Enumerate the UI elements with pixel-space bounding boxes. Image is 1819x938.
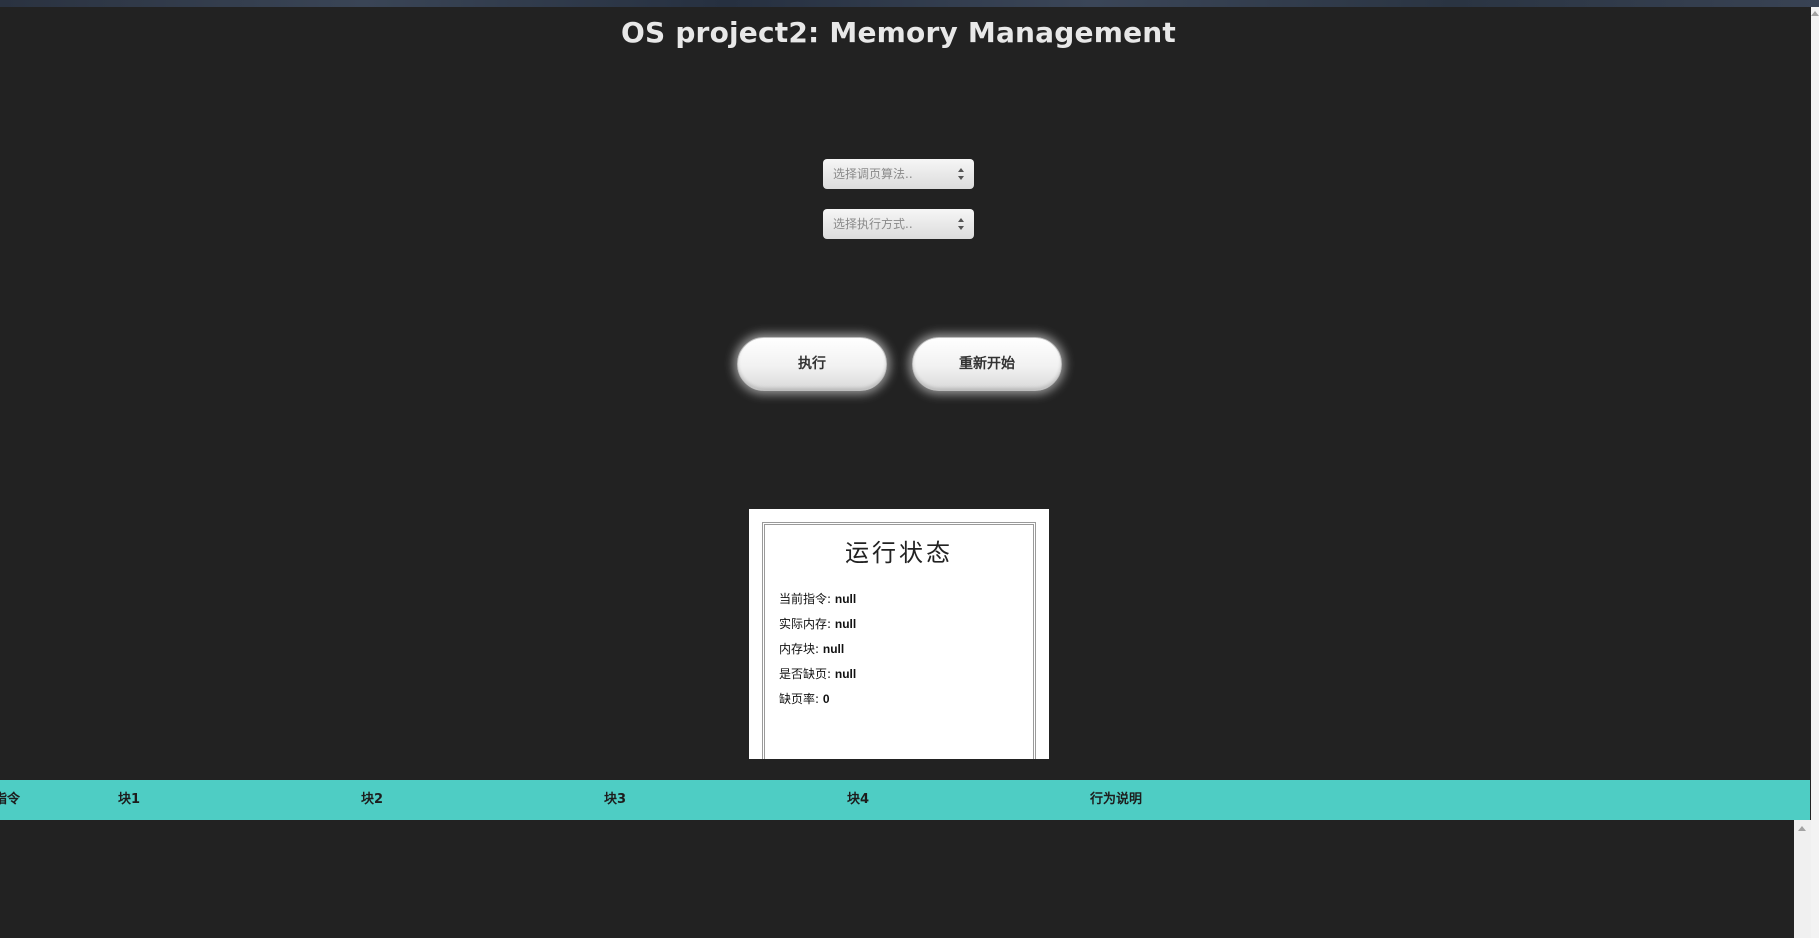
status-row-memory-block: 内存块: null (779, 637, 856, 662)
scroll-up-arrow-icon[interactable] (1798, 826, 1806, 831)
status-label: 缺页率: (779, 692, 820, 706)
status-panel: 运行状态 当前指令: null 实际内存: null 内存块: null 是否缺… (749, 509, 1049, 759)
status-row-fault-rate: 缺页率: 0 (779, 687, 856, 712)
column-header-block1: 块1 (118, 792, 141, 807)
algorithm-select-value: 选择调页算法.. (833, 167, 913, 181)
status-value: null (822, 642, 845, 656)
page-title: OS project2: Memory Management (621, 16, 1176, 49)
status-frame: 运行状态 当前指令: null 实际内存: null 内存块: null 是否缺… (762, 522, 1036, 759)
status-list: 当前指令: null 实际内存: null 内存块: null 是否缺页: nu… (779, 587, 856, 712)
status-label: 当前指令: (779, 592, 832, 606)
status-value: null (834, 592, 857, 606)
up-down-arrows-icon (958, 168, 964, 180)
restart-button[interactable]: 重新开始 (912, 337, 1062, 391)
status-value: null (834, 667, 857, 681)
mode-select-value: 选择执行方式.. (833, 217, 913, 231)
status-label: 实际内存: (779, 617, 832, 631)
execute-button[interactable]: 执行 (737, 337, 887, 391)
status-value: null (834, 617, 857, 631)
scroll-up-arrow-icon[interactable] (1811, 11, 1819, 16)
status-value: 0 (822, 692, 830, 706)
status-row-physical-memory: 实际内存: null (779, 612, 856, 637)
status-label: 内存块: (779, 642, 820, 656)
mode-select[interactable]: 选择执行方式.. (823, 209, 974, 239)
status-title: 运行状态 (845, 539, 953, 567)
table-scrollbar[interactable] (1794, 820, 1811, 938)
status-row-current-instruction: 当前指令: null (779, 587, 856, 612)
column-header-block4: 块4 (847, 792, 870, 807)
table-header: 指令 块1 块2 块3 块4 行为说明 (0, 780, 1810, 820)
up-down-arrows-icon (958, 218, 964, 230)
column-header-block3: 块3 (604, 792, 627, 807)
column-header-description: 行为说明 (1090, 792, 1143, 807)
page-scrollbar[interactable] (1811, 7, 1819, 938)
algorithm-select[interactable]: 选择调页算法.. (823, 159, 974, 189)
status-label: 是否缺页: (779, 667, 832, 681)
top-banner-strip (0, 0, 1819, 7)
column-header-instruction: 指令 (0, 792, 21, 807)
column-header-block2: 块2 (361, 792, 384, 807)
status-row-page-fault: 是否缺页: null (779, 662, 856, 687)
